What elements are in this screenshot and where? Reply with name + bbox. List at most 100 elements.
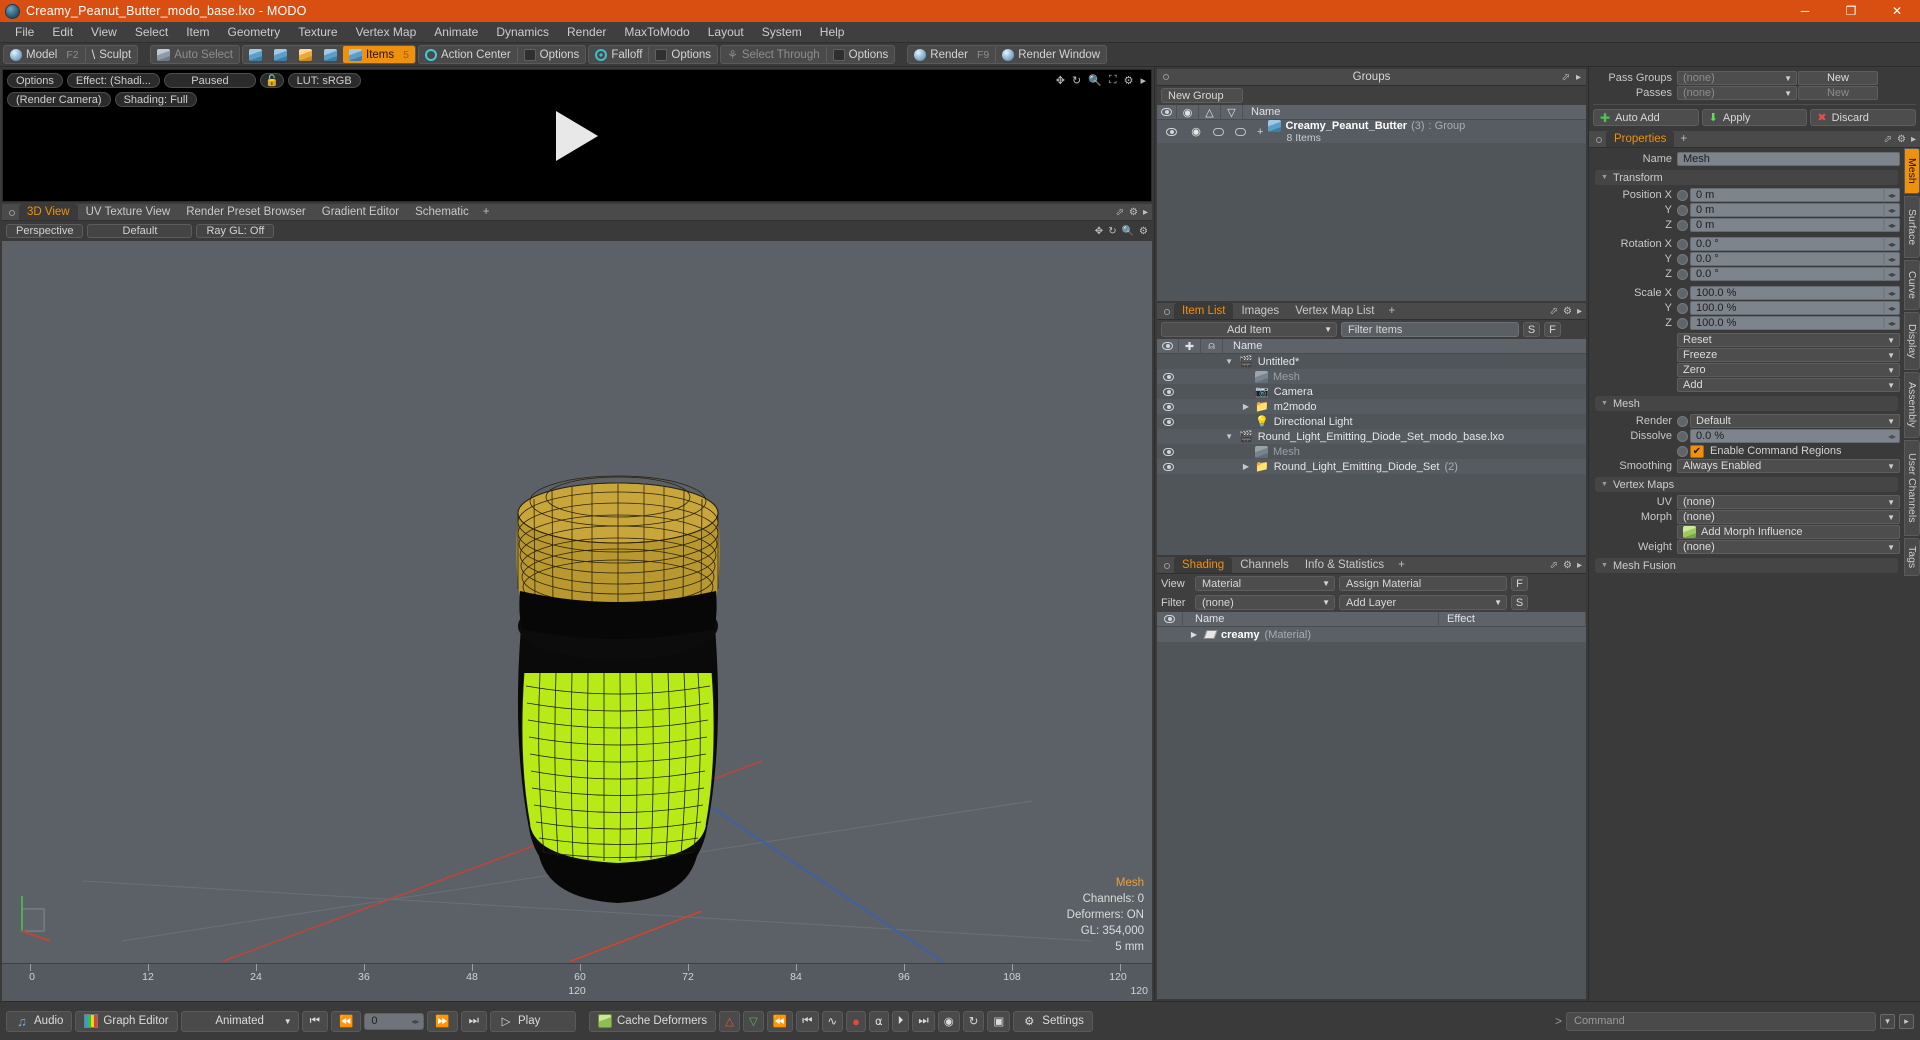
- tab-add-button[interactable]: +: [477, 204, 496, 220]
- edge-mode-button[interactable]: [268, 46, 293, 63]
- row-visibility-toggle[interactable]: [1157, 447, 1179, 456]
- key-up-button[interactable]: △: [719, 1010, 740, 1032]
- transform-knob[interactable]: [1677, 317, 1688, 329]
- projection-dropdown[interactable]: Perspective: [6, 224, 84, 238]
- add-item-button[interactable]: Add Item ▼: [1161, 322, 1337, 337]
- menu-layout[interactable]: Layout: [699, 23, 753, 41]
- chevron-right-icon[interactable]: ▸: [1576, 72, 1581, 83]
- record-keyframe-button[interactable]: ●: [846, 1010, 867, 1032]
- material-expander[interactable]: ▶: [1183, 630, 1205, 639]
- row-expander[interactable]: ▼: [1223, 357, 1233, 366]
- table-row[interactable]: ▶ 📁 Round_Light_Emitting_Diode_Set (2): [1157, 459, 1586, 474]
- edit-keyframe-button[interactable]: ⍺: [869, 1010, 889, 1032]
- chevron-down-icon[interactable]: ▼: [1322, 598, 1330, 607]
- go-to-end-button[interactable]: ⏭: [460, 1010, 487, 1032]
- pass-groups-dropdown[interactable]: (none) ▼: [1677, 71, 1797, 85]
- transform-knob[interactable]: [1677, 287, 1688, 299]
- add-layer-dropdown[interactable]: Add Layer ▼: [1339, 595, 1507, 610]
- enable-command-regions-checkbox[interactable]: ✔: [1690, 444, 1704, 458]
- transform-input[interactable]: 0.0 ° ◂▸: [1690, 252, 1900, 266]
- transform-knob[interactable]: [1677, 189, 1688, 201]
- mesh-fusion-section-header[interactable]: ▼ Mesh Fusion: [1595, 558, 1898, 573]
- side-tab-mesh[interactable]: Mesh: [1904, 148, 1920, 194]
- tab-add-button[interactable]: +: [1382, 303, 1401, 319]
- filter-f-button[interactable]: F: [1544, 322, 1561, 337]
- preview-lut-button[interactable]: LUT: sRGB: [287, 73, 361, 88]
- assign-material-button[interactable]: Assign Material: [1339, 576, 1507, 591]
- chevron-down-icon[interactable]: ▼: [1887, 351, 1895, 360]
- transform-input[interactable]: 0 m ◂▸: [1690, 218, 1900, 232]
- menu-file[interactable]: File: [6, 23, 43, 41]
- spinner-icon[interactable]: ◂▸: [411, 1017, 419, 1026]
- chevron-down-icon[interactable]: ▼: [1784, 89, 1792, 98]
- chevron-right-icon[interactable]: ▸: [1577, 560, 1582, 571]
- collapse-triangle-icon[interactable]: ▼: [1601, 400, 1608, 407]
- tab-schematic[interactable]: Schematic: [407, 204, 477, 220]
- transform-section-header[interactable]: ▼ Transform: [1595, 170, 1898, 185]
- preview-shading-button[interactable]: Shading: Full: [114, 92, 197, 107]
- render-preview-panel[interactable]: Options Effect: (Shadi... Paused 🔓 LUT: …: [2, 69, 1152, 202]
- transform-knob[interactable]: [1677, 253, 1688, 265]
- tab-uv-texture-view[interactable]: UV Texture View: [78, 204, 179, 220]
- tab-item-list[interactable]: Item List: [1174, 303, 1234, 319]
- vertex-mode-button[interactable]: [243, 46, 268, 63]
- chevron-down-icon[interactable]: ▼: [1784, 74, 1792, 83]
- collapse-triangle-icon[interactable]: ▼: [1601, 481, 1608, 488]
- falloff-button[interactable]: Falloff: [589, 46, 648, 63]
- reset-dot-icon[interactable]: [1882, 188, 1885, 202]
- audio-button[interactable]: ♫ Audio: [6, 1010, 73, 1032]
- row-visibility-toggle[interactable]: [1157, 372, 1179, 381]
- transform-reset-dropdown[interactable]: Reset ▼: [1677, 333, 1900, 347]
- chevron-right-icon[interactable]: ▸: [1911, 134, 1916, 145]
- row-expander[interactable]: ▶: [1223, 402, 1249, 411]
- curve-key-button[interactable]: ∿: [821, 1010, 844, 1032]
- spinner-icon[interactable]: ◂▸: [1888, 319, 1896, 328]
- menu-geometry[interactable]: Geometry: [219, 23, 290, 41]
- zoom-icon[interactable]: 🔍: [1088, 74, 1102, 87]
- spinner-icon[interactable]: ◂▸: [1888, 270, 1896, 279]
- chevron-right-icon[interactable]: ▸: [1143, 207, 1148, 218]
- viewport-3d[interactable]: -z +x Mesh Channels: 0 Deformers: ON GL:…: [2, 241, 1152, 963]
- chevron-down-icon[interactable]: ▼: [1887, 417, 1895, 426]
- prev-key-button[interactable]: ⏪: [766, 1010, 794, 1032]
- maximize-panel-icon[interactable]: ⬀: [1116, 207, 1124, 218]
- filter-items-input[interactable]: Filter Items: [1341, 322, 1519, 337]
- chevron-down-icon[interactable]: ▼: [1887, 513, 1895, 522]
- spinner-icon[interactable]: ◂▸: [1888, 432, 1896, 441]
- tab-3d-view[interactable]: 3D View: [19, 204, 78, 220]
- panel-menu-dot-icon[interactable]: [9, 210, 15, 216]
- menu-vertex-map[interactable]: Vertex Map: [347, 23, 426, 41]
- name-input[interactable]: Mesh: [1677, 152, 1900, 166]
- shading-view-dropdown[interactable]: Material ▼: [1195, 576, 1335, 591]
- material-mode-button[interactable]: [318, 46, 343, 63]
- dissolve-input[interactable]: 0.0 % ◂▸: [1690, 429, 1900, 443]
- pass-groups-new-button[interactable]: New: [1798, 71, 1878, 85]
- row-visibility-toggle[interactable]: [1157, 462, 1179, 471]
- spinner-icon[interactable]: ◂▸: [1888, 191, 1896, 200]
- items-mode-button[interactable]: Items 5: [343, 46, 415, 63]
- row-select-toggle[interactable]: [1229, 127, 1251, 136]
- preview-lock-icon[interactable]: 🔓: [259, 73, 284, 88]
- collapse-triangle-icon[interactable]: ▼: [1601, 562, 1608, 569]
- gear-icon[interactable]: ⚙: [1124, 74, 1134, 87]
- passes-dropdown[interactable]: (none) ▼: [1677, 86, 1797, 100]
- polygon-mode-button[interactable]: [293, 46, 318, 63]
- reset-dot-icon[interactable]: [1882, 267, 1885, 281]
- tab-info-statistics[interactable]: Info & Statistics: [1297, 557, 1392, 573]
- play-button[interactable]: ▷ Play: [490, 1010, 576, 1032]
- panel-menu-dot-icon[interactable]: [1596, 137, 1602, 143]
- reset-dot-icon[interactable]: [1882, 252, 1885, 266]
- key-down-button[interactable]: ▽: [742, 1010, 764, 1032]
- fit-icon[interactable]: ⛶: [1109, 74, 1117, 87]
- discard-button[interactable]: ✖ Discard: [1810, 109, 1917, 126]
- chevron-right-icon[interactable]: ▸: [1140, 74, 1146, 87]
- render-dropdown[interactable]: Default ▼: [1690, 414, 1900, 428]
- preview-effect-button[interactable]: Effect: (Shadi...: [66, 73, 160, 88]
- tab-add-button[interactable]: +: [1674, 131, 1693, 147]
- pan-icon[interactable]: ✥: [1056, 74, 1065, 87]
- table-row[interactable]: ▶ 📁 m2modo: [1157, 399, 1586, 414]
- render-window-button[interactable]: Render Window: [996, 46, 1106, 63]
- command-regions-knob[interactable]: [1677, 445, 1688, 457]
- timeline[interactable]: 0 12 24 36 48 60 72 84 96 108 120 120 12…: [2, 963, 1152, 1001]
- menu-help[interactable]: Help: [811, 23, 854, 41]
